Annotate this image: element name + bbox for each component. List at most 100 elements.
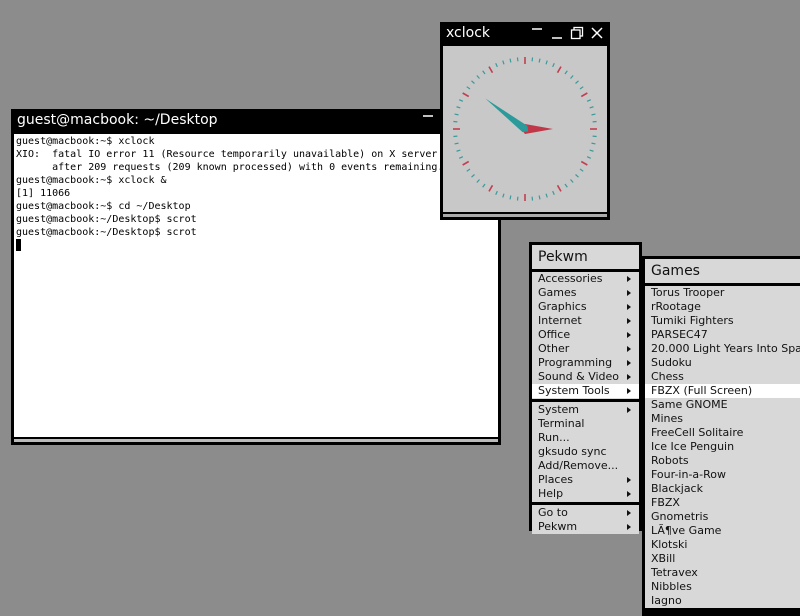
menu-item[interactable]: Run... <box>532 431 639 445</box>
menu-item[interactable]: FreeCell Solitaire <box>645 426 800 440</box>
submenu-arrow-icon <box>627 374 631 380</box>
menu-item[interactable]: LÃ¶ve Game <box>645 524 800 538</box>
shade-button[interactable] <box>528 24 546 42</box>
xclock-resize-border[interactable] <box>443 214 607 217</box>
menu-item[interactable]: Pekwm <box>532 520 639 534</box>
menu-item-label: XBill <box>651 552 675 565</box>
terminal-line: [1] 11066 <box>16 187 496 200</box>
menu-item[interactable]: System <box>532 403 639 417</box>
menu-item-label: Add/Remove... <box>538 459 618 472</box>
menu-item-label: Robots <box>651 454 689 467</box>
submenu-arrow-icon <box>627 346 631 352</box>
menu-item-label: FBZX (Full Screen) <box>651 384 752 397</box>
menu-item[interactable]: Tetravex <box>645 566 800 580</box>
clock-hour-tick <box>558 185 562 191</box>
menu-item-label: Ice Ice Penguin <box>651 440 734 453</box>
menu-item[interactable]: Places <box>532 473 639 487</box>
submenu-arrow-icon <box>627 491 631 497</box>
clock-hour-tick <box>463 93 469 97</box>
minimize-icon <box>550 26 564 40</box>
menu-item-label: Tetravex <box>651 566 698 579</box>
menu-item[interactable]: Programming <box>532 356 639 370</box>
menu-item[interactable]: Gnometris <box>645 510 800 524</box>
clock-minute-tick <box>546 61 547 65</box>
menu-item[interactable]: 20.000 Light Years Into Space <box>645 342 800 356</box>
clock-hour-hand <box>485 99 528 133</box>
menu-item-label: Blackjack <box>651 482 703 495</box>
menu-item[interactable]: Blackjack <box>645 482 800 496</box>
terminal-resize-border[interactable] <box>14 439 498 442</box>
clock-minute-tick <box>455 114 459 115</box>
shade-button[interactable] <box>419 111 437 129</box>
menu-item[interactable]: FBZX (Full Screen) <box>645 384 800 398</box>
submenu-arrow-icon <box>627 407 631 413</box>
pekwm-menu-title: Pekwm <box>532 245 639 269</box>
menu-item-label: Office <box>538 328 570 341</box>
menu-item[interactable]: Ice Ice Penguin <box>645 440 800 454</box>
menu-item[interactable]: Games <box>532 286 639 300</box>
menu-item-label: Sound & Video <box>538 370 619 383</box>
clock-hour-tick <box>489 185 493 191</box>
menu-item[interactable]: Add/Remove... <box>532 459 639 473</box>
menu-item[interactable]: gksudo sync <box>532 445 639 459</box>
menu-item[interactable]: Nibbles <box>645 580 800 594</box>
menu-item-label: Pekwm <box>538 520 577 533</box>
games-menu-items[interactable]: Torus TrooperrRootageTumiki FightersPARS… <box>645 286 800 608</box>
menu-item[interactable]: Sound & Video <box>532 370 639 384</box>
clock-minute-tick <box>580 169 583 171</box>
menu-item[interactable]: Help <box>532 487 639 501</box>
submenu-arrow-icon <box>627 510 631 516</box>
clock-minute-tick <box>553 63 555 67</box>
terminal-titlebar[interactable]: guest@macbook: ~/Desktop <box>11 109 501 131</box>
menu-item[interactable]: Terminal <box>532 417 639 431</box>
menu-item[interactable]: Sudoku <box>645 356 800 370</box>
analog-clock <box>443 46 607 212</box>
xclock-titlebar[interactable]: xclock <box>440 22 610 44</box>
clock-hour-tick <box>581 93 587 97</box>
menu-item[interactable]: FBZX <box>645 496 800 510</box>
menu-item[interactable]: rRootage <box>645 300 800 314</box>
menu-item[interactable]: System Tools <box>532 384 639 398</box>
terminal-prompt-line[interactable] <box>16 239 496 252</box>
terminal-line: XIO: fatal IO error 11 (Resource tempora… <box>16 148 496 161</box>
menu-item[interactable]: Graphics <box>532 300 639 314</box>
menu-item[interactable]: Iagno <box>645 594 800 608</box>
menu-item[interactable]: Mines <box>645 412 800 426</box>
games-menu[interactable]: Games Torus TrooperrRootageTumiki Fighte… <box>642 256 800 616</box>
clock-minute-tick <box>553 191 555 195</box>
clock-minute-tick <box>546 194 547 198</box>
menu-item-label: Torus Trooper <box>651 286 724 299</box>
menu-item[interactable]: Other <box>532 342 639 356</box>
menu-item[interactable]: Go to <box>532 506 639 520</box>
menu-item[interactable]: Klotski <box>645 538 800 552</box>
clock-minute-tick <box>565 71 567 74</box>
pekwm-menu-items[interactable]: AccessoriesGamesGraphicsInternetOfficeOt… <box>532 272 639 534</box>
menu-item[interactable]: Four-in-a-Row <box>645 468 800 482</box>
clock-minute-tick <box>455 143 459 144</box>
menu-item[interactable]: Internet <box>532 314 639 328</box>
close-button[interactable] <box>588 24 606 42</box>
terminal-output[interactable]: guest@macbook:~$ xclockXIO: fatal IO err… <box>14 134 498 437</box>
menu-item-label: Mines <box>651 412 683 425</box>
submenu-arrow-icon <box>627 360 631 366</box>
menu-item-label: Tumiki Fighters <box>651 314 734 327</box>
menu-item[interactable]: Same GNOME <box>645 398 800 412</box>
pekwm-menu[interactable]: Pekwm AccessoriesGamesGraphicsInternetOf… <box>529 242 642 531</box>
menu-item[interactable]: Torus Trooper <box>645 286 800 300</box>
menu-item-label: Help <box>538 487 563 500</box>
menu-item[interactable]: Robots <box>645 454 800 468</box>
clock-face-area <box>443 46 607 212</box>
menu-item-label: gksudo sync <box>538 445 607 458</box>
menu-item-label: Chess <box>651 370 684 383</box>
terminal-line: guest@macbook:~$ cd ~/Desktop <box>16 200 496 213</box>
maximize-button[interactable] <box>568 24 586 42</box>
menu-item[interactable]: Tumiki Fighters <box>645 314 800 328</box>
terminal-window[interactable]: guest@macbook: ~/Desktop guest@macbook:~… <box>11 109 501 445</box>
xclock-window[interactable]: xclock <box>440 22 610 220</box>
menu-item[interactable]: Office <box>532 328 639 342</box>
menu-item[interactable]: XBill <box>645 552 800 566</box>
menu-item[interactable]: PARSEC47 <box>645 328 800 342</box>
minimize-button[interactable] <box>548 24 566 42</box>
menu-item[interactable]: Accessories <box>532 272 639 286</box>
menu-item[interactable]: Chess <box>645 370 800 384</box>
